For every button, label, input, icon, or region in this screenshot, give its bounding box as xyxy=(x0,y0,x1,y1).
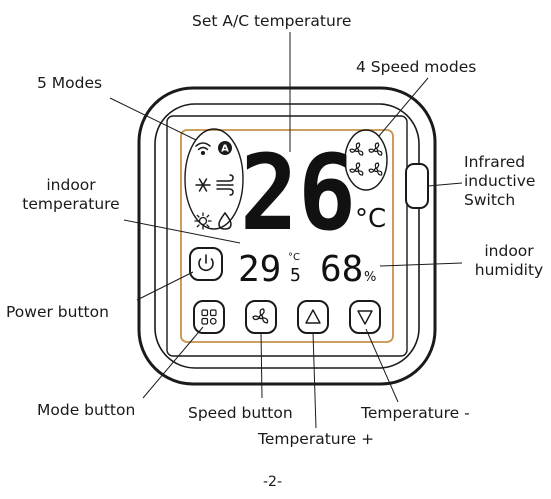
svg-text:A: A xyxy=(221,144,229,155)
label-mode-button: Mode button xyxy=(37,401,136,419)
indoor-temp-decimal: 5 xyxy=(290,265,301,286)
fan-mode-icon xyxy=(216,174,234,196)
modes-cluster-outline xyxy=(184,128,244,230)
label-temperature-minus: Temperature - xyxy=(361,404,470,422)
humidity-unit: % xyxy=(364,270,376,285)
label-power-button: Power button xyxy=(6,303,109,321)
label-set-temperature: Set A/C temperature xyxy=(192,12,352,30)
label-indoor-temperature: indoor temperature xyxy=(22,176,120,213)
temp-up-button[interactable] xyxy=(297,300,329,334)
cool-mode-icon xyxy=(195,178,211,192)
leader-power xyxy=(136,271,194,301)
label-indoor-humidity: indoor humidity xyxy=(474,242,544,279)
heat-mode-icon xyxy=(194,212,212,230)
wifi-icon xyxy=(195,142,211,156)
set-temperature-value: 26 xyxy=(240,132,356,254)
indoor-temp-integer: 29 xyxy=(238,249,281,290)
power-button[interactable] xyxy=(189,247,223,281)
page-number: -2- xyxy=(263,474,283,490)
humidity-value: 68 xyxy=(320,249,363,290)
infrared-switch[interactable] xyxy=(405,163,429,209)
auto-mode-icon: A xyxy=(218,141,232,155)
set-temperature-unit: °C xyxy=(355,204,386,234)
temp-down-button[interactable] xyxy=(349,300,381,334)
label-temperature-plus: Temperature + xyxy=(258,430,375,448)
leader-indoor-temp xyxy=(123,219,241,244)
label-4-speed-modes: 4 Speed modes xyxy=(356,58,477,76)
indoor-temp-unit: °C xyxy=(288,252,300,263)
label-5-modes: 5 Modes xyxy=(37,74,103,92)
leader-mode-button xyxy=(142,326,204,399)
mode-button[interactable] xyxy=(193,300,225,334)
label-infrared-switch: Infrared inductive Switch xyxy=(464,153,536,209)
leader-temp-plus xyxy=(312,331,317,429)
label-speed-button: Speed button xyxy=(188,404,293,422)
leader-infrared xyxy=(427,182,463,187)
speed-button[interactable] xyxy=(245,300,277,334)
